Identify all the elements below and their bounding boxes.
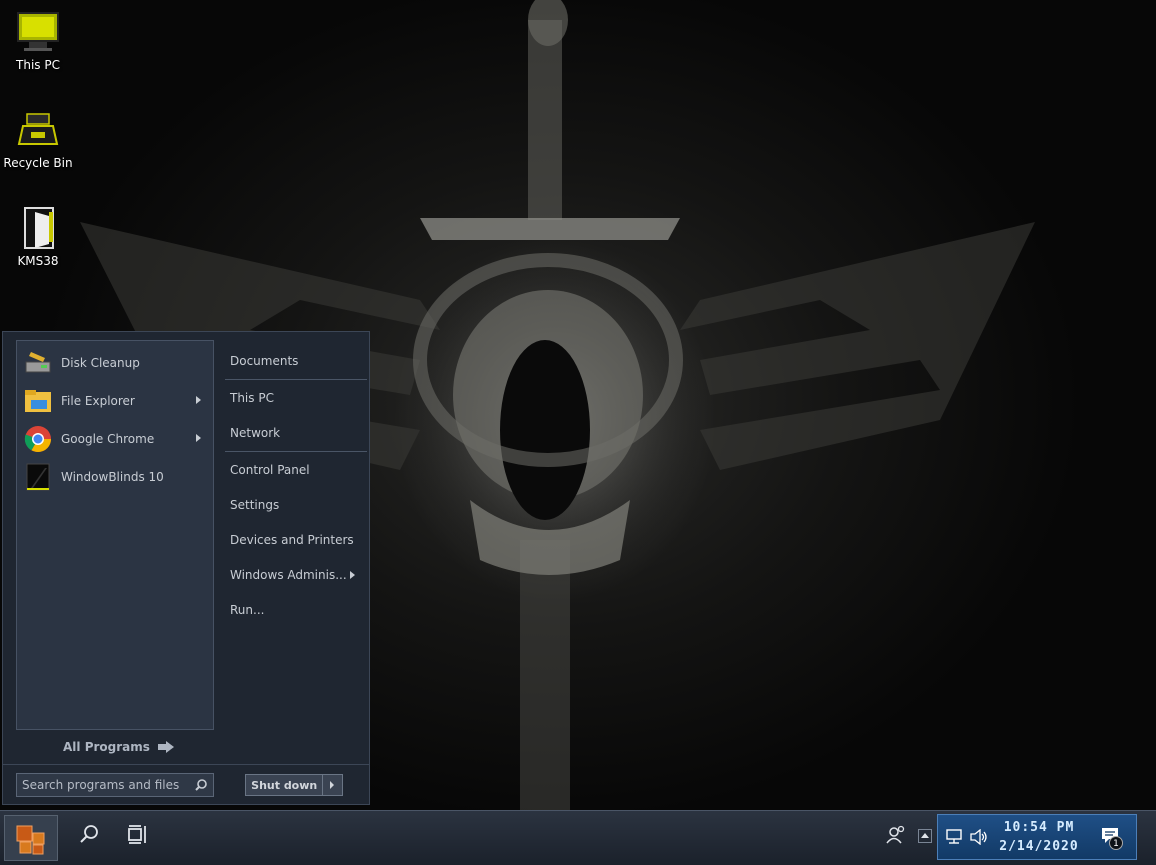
place-run[interactable]: Run... [230, 603, 264, 617]
task-view-icon[interactable] [126, 823, 150, 847]
place-control-panel[interactable]: Control Panel [230, 463, 310, 477]
start-menu: Disk Cleanup File Explorer Google Chrome… [2, 331, 370, 805]
separator [225, 451, 367, 452]
desktop-icon-label: This PC [16, 58, 60, 72]
desktop-icon-label: Recycle Bin [3, 156, 73, 170]
chrome-icon [23, 424, 53, 454]
place-documents[interactable]: Documents [230, 354, 298, 368]
start-orb-icon [16, 825, 45, 855]
volume-icon[interactable] [970, 828, 988, 848]
taskbar: 10:54 PM 2/14/2020 [0, 810, 1156, 865]
system-tray: 10:54 PM 2/14/2020 [937, 814, 1137, 860]
network-icon[interactable] [946, 829, 964, 848]
disk-cleanup-icon [23, 348, 53, 378]
arrow-right-icon [157, 741, 174, 753]
program-label: Google Chrome [61, 432, 155, 446]
search-icon [195, 779, 207, 791]
clock-date[interactable]: 2/14/2020 [994, 839, 1084, 854]
windowblinds-icon [23, 462, 53, 492]
submenu-arrow-icon [196, 434, 201, 442]
all-programs-button[interactable]: All Programs [63, 740, 174, 754]
shutdown-options-arrow-icon[interactable] [322, 775, 342, 795]
start-button[interactable] [4, 815, 58, 861]
program-windowblinds[interactable]: WindowBlinds 10 [23, 460, 209, 494]
submenu-arrow-icon [196, 396, 201, 404]
place-devices-printers[interactable]: Devices and Printers [230, 533, 354, 547]
kms38-icon [15, 206, 61, 250]
separator [3, 764, 369, 765]
monitor-icon [15, 10, 61, 54]
notification-count-badge: 1 [1109, 836, 1123, 850]
search-box[interactable] [16, 773, 214, 797]
programs-pane: Disk Cleanup File Explorer Google Chrome… [16, 340, 214, 730]
desktop-icon-kms38[interactable]: KMS38 [0, 206, 76, 268]
desktop-icon-this-pc[interactable]: This PC [0, 10, 76, 72]
separator [225, 379, 367, 380]
place-network[interactable]: Network [230, 426, 280, 440]
program-label: File Explorer [61, 394, 135, 408]
search-input[interactable] [17, 777, 192, 793]
place-this-pc[interactable]: This PC [230, 391, 274, 405]
all-programs-label: All Programs [63, 740, 150, 754]
program-google-chrome[interactable]: Google Chrome [23, 422, 209, 456]
shutdown-button-group: Shut down [245, 774, 343, 796]
program-disk-cleanup[interactable]: Disk Cleanup [23, 346, 209, 380]
place-windows-admin-tools[interactable]: Windows Adminis... [230, 568, 347, 582]
show-hidden-icons-button[interactable] [918, 829, 932, 843]
program-label: Disk Cleanup [61, 356, 140, 370]
shutdown-button[interactable]: Shut down [246, 779, 322, 792]
file-explorer-icon [23, 386, 53, 416]
search-icon[interactable] [78, 823, 102, 847]
program-label: WindowBlinds 10 [61, 470, 164, 484]
submenu-arrow-icon [350, 571, 355, 579]
clock-time[interactable]: 10:54 PM [994, 820, 1084, 835]
people-icon[interactable] [884, 823, 908, 847]
recycle-bin-icon [15, 108, 61, 152]
program-file-explorer[interactable]: File Explorer [23, 384, 209, 418]
place-settings[interactable]: Settings [230, 498, 279, 512]
desktop-icon-label: KMS38 [17, 254, 59, 268]
desktop-icon-recycle-bin[interactable]: Recycle Bin [0, 108, 76, 170]
